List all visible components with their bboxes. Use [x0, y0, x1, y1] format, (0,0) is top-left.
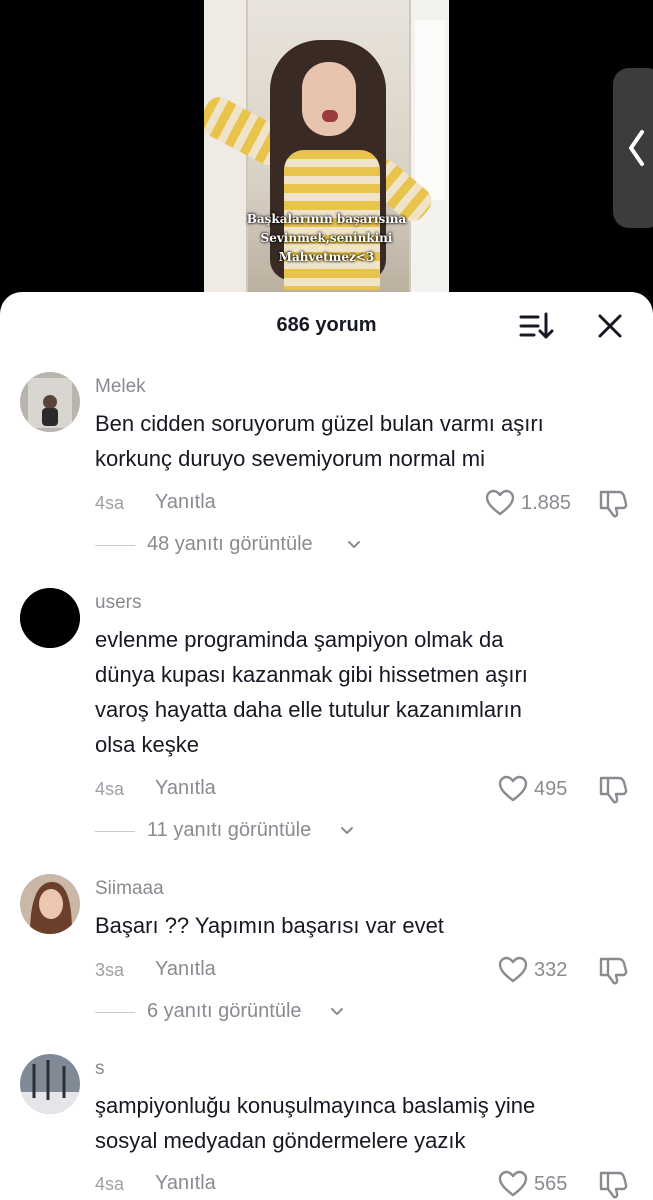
black-circle-avatar-icon [20, 588, 80, 648]
comment-text: evlenme programinda şampiyon olmak da dü… [95, 622, 635, 762]
like-count: 495 [534, 778, 568, 800]
view-replies-label: 6 yanıtı görüntüle [147, 1000, 302, 1022]
divider-line [95, 545, 135, 546]
video-player[interactable]: Başkalarının başarısına Sevinmek,seninki… [0, 0, 653, 310]
caption-line: Sevinmek,seninkini [260, 231, 393, 245]
close-icon[interactable] [594, 310, 626, 342]
comments-sheet: 686 yorum Melek Ben cidden soruyorum güz… [0, 292, 653, 1200]
comment-time: 4sa [95, 493, 125, 513]
comment-text-line: Başarı ?? Yapımın başarısı var evet [95, 913, 444, 938]
comment-text: şampiyonluğu konuşulmayınca baslamiş yin… [95, 1088, 635, 1158]
thumbs-down-icon[interactable] [597, 774, 629, 804]
photo-avatar-icon [20, 1054, 80, 1114]
comment-time: 4sa [95, 1174, 125, 1194]
comment-meta-row: 4sa Yanıtla 565 [95, 1168, 635, 1200]
comment-username[interactable]: Siimaaa [95, 878, 164, 900]
person-face [302, 62, 356, 136]
chevron-down-icon [348, 541, 360, 548]
caption-line: Başkalarının başarısına [246, 212, 407, 226]
view-replies-button[interactable]: 11 yanıtı görüntüle [95, 817, 395, 847]
comment-count-title: 686 yorum [276, 314, 377, 336]
heart-icon [498, 956, 528, 983]
comment-text-line: dünya kupası kazanmak gibi hissetmen aşı… [95, 662, 528, 687]
like-count: 565 [534, 1173, 568, 1195]
chevron-left-icon [629, 130, 644, 166]
window-light [415, 20, 445, 200]
heart-icon [485, 489, 515, 516]
reply-button[interactable]: Yanıtla [155, 777, 216, 800]
comment-text-line: korkunç duruyo sevemiyorum normal mi [95, 446, 486, 471]
avatar[interactable] [20, 588, 80, 648]
heart-icon [498, 1170, 528, 1197]
comment-text-line: Ben cidden soruyorum güzel bulan varmı a… [95, 411, 544, 436]
divider-line [95, 831, 135, 832]
comment-time: 4sa [95, 779, 125, 799]
thumbs-down-icon[interactable] [597, 488, 629, 518]
person-mouth [322, 110, 338, 122]
photo-avatar-icon [20, 874, 80, 934]
comment-text-line: sosyal medyadan göndermelere yazık [95, 1128, 466, 1153]
sheet-header: 686 yorum [0, 292, 653, 360]
chevron-down-icon [341, 827, 353, 834]
comment-username[interactable]: users [95, 592, 141, 614]
video-caption: Başkalarının başarısına Sevinmek,seninki… [204, 210, 449, 267]
divider-line [95, 1012, 135, 1013]
avatar[interactable] [20, 1054, 80, 1114]
chevron-down-icon [331, 1008, 343, 1015]
comment-meta-row: 4sa Yanıtla 495 [95, 773, 635, 807]
comment-meta-row: 3sa Yanıtla 332 [95, 954, 635, 988]
avatar[interactable] [20, 372, 80, 432]
thumbs-down-icon[interactable] [597, 955, 629, 985]
comment-text-line: olsa keşke [95, 732, 199, 757]
view-replies-label: 11 yanıtı görüntüle [147, 819, 312, 841]
sort-icon[interactable] [518, 310, 554, 342]
comment-time: 3sa [95, 960, 125, 980]
side-panel-handle[interactable] [613, 68, 653, 228]
reply-button[interactable]: Yanıtla [155, 958, 216, 981]
comment-username[interactable]: s [95, 1058, 105, 1080]
like-count: 332 [534, 959, 568, 981]
avatar[interactable] [20, 874, 80, 934]
comment-text-line: evlenme programinda şampiyon olmak da [95, 627, 504, 652]
comment-text: Ben cidden soruyorum güzel bulan varmı a… [95, 406, 635, 476]
heart-icon [498, 775, 528, 802]
thumbs-down-icon[interactable] [597, 1169, 629, 1199]
like-count: 1.885 [521, 492, 572, 514]
photo-avatar-icon [20, 372, 80, 432]
view-replies-button[interactable]: 6 yanıtı görüntüle [95, 998, 395, 1028]
comment-text-line: varoş hayatta daha elle tutulur kazanıml… [95, 697, 522, 722]
view-replies-label: 48 yanıtı görüntüle [147, 533, 313, 555]
caption-line: Mahvetmez<3 [278, 250, 375, 264]
comment-text-line: şampiyonluğu konuşulmayınca baslamiş yin… [95, 1093, 536, 1118]
reply-button[interactable]: Yanıtla [155, 1172, 216, 1195]
like-button[interactable]: 1.885 [485, 487, 605, 521]
comment-username[interactable]: Melek [95, 376, 146, 398]
view-replies-button[interactable]: 48 yanıtı görüntüle [95, 531, 395, 561]
reply-button[interactable]: Yanıtla [155, 491, 216, 514]
comment-text: Başarı ?? Yapımın başarısı var evet [95, 908, 635, 943]
comment-meta-row: 4sa Yanıtla 1.885 [95, 487, 635, 521]
